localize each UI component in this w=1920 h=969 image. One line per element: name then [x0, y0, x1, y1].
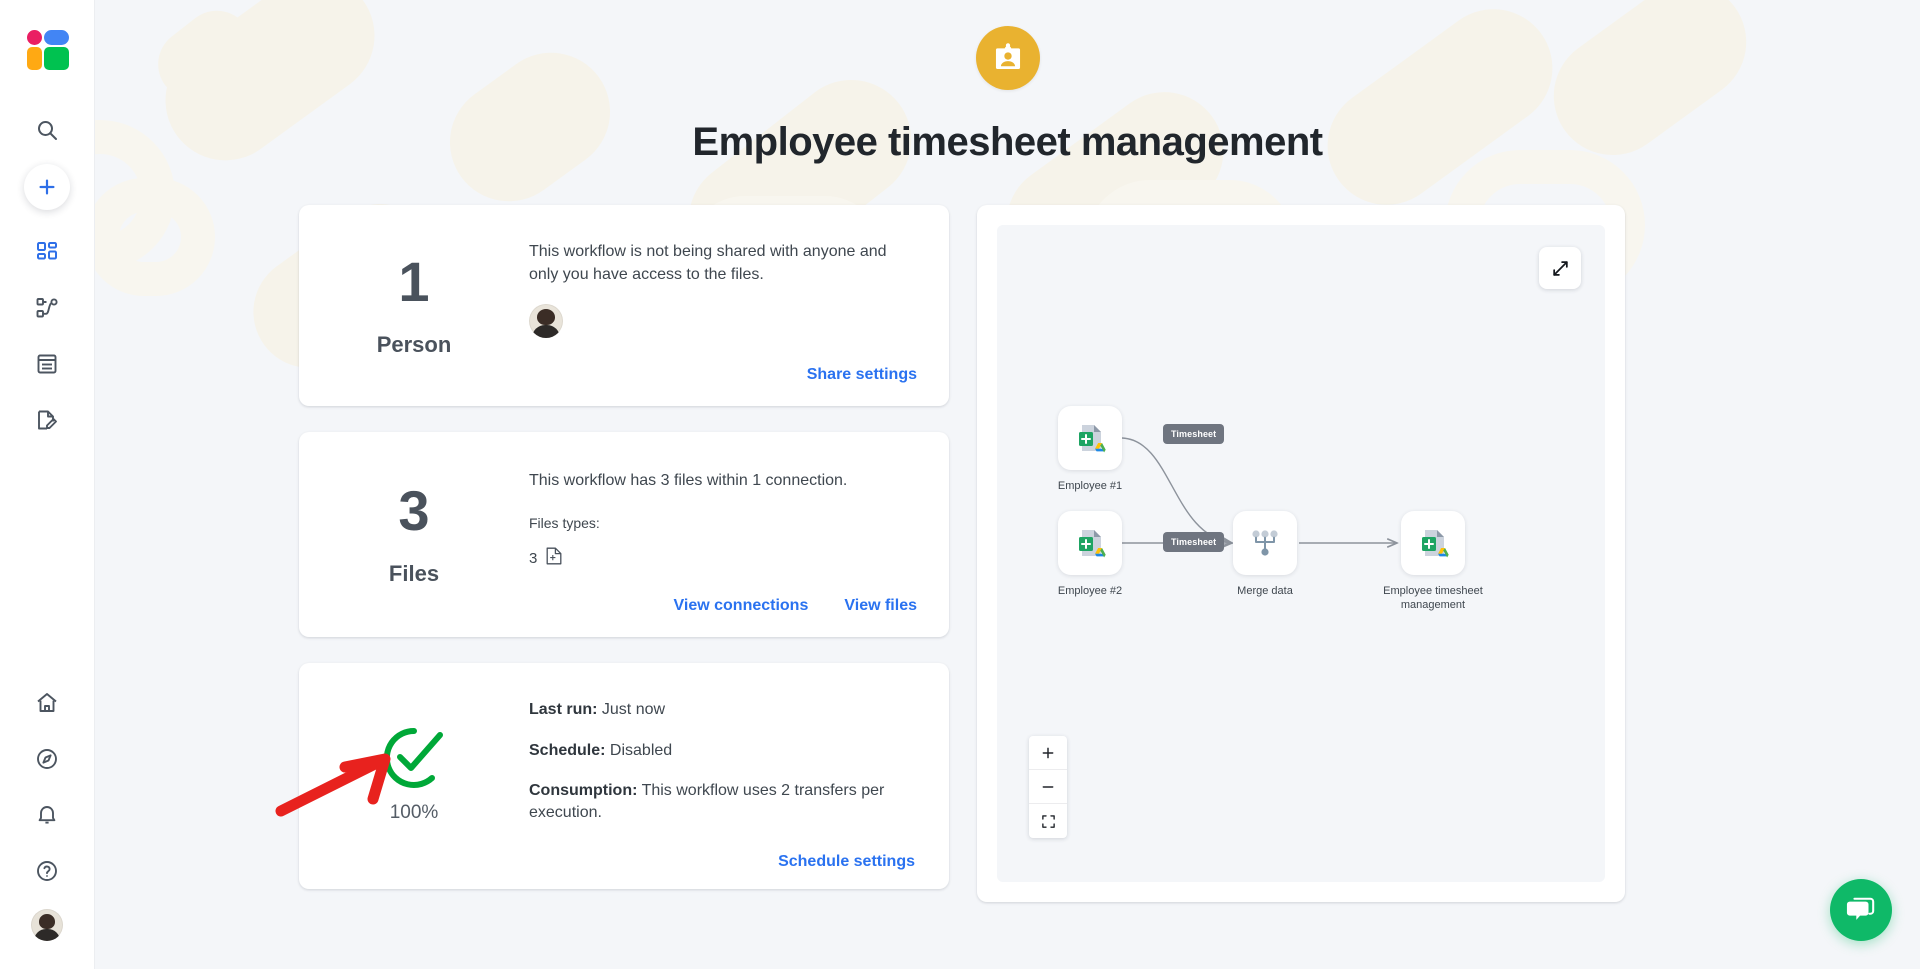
diagram-node-label: Employee #2 [1057, 585, 1123, 597]
file-icon [546, 547, 562, 569]
owner-avatar [529, 304, 563, 339]
logo-bar-blue [44, 30, 69, 45]
diagram-column: Employee #1 Employee #2 Merge data Emplo… [977, 205, 1625, 902]
home-icon[interactable] [23, 679, 71, 727]
merge-nodes-icon[interactable] [1233, 511, 1297, 575]
success-percent: 100% [389, 802, 439, 824]
diagram-canvas[interactable]: Employee #1 Employee #2 Merge data Emplo… [997, 225, 1605, 882]
person-card-body: This workflow is not being shared with a… [529, 205, 949, 406]
logs-icon[interactable] [23, 340, 71, 388]
schedule-row: Schedule: Disabled [529, 740, 915, 762]
files-card: 3 Files This workflow has 3 files within… [299, 432, 949, 638]
user-avatar[interactable] [31, 909, 63, 941]
files-description: This workflow has 3 files within 1 conne… [529, 472, 848, 490]
person-card: 1 Person This workflow is not being shar… [299, 205, 949, 407]
schedule-settings-link[interactable]: Schedule settings [778, 853, 915, 871]
diagram-node-employee-2[interactable]: Employee #2 [1058, 511, 1122, 598]
page-title: Employee timesheet management [692, 120, 1323, 164]
person-description: This workflow is not being shared with a… [529, 243, 887, 283]
workflow-diagram-card: Employee #1 Employee #2 Merge data Emplo… [977, 205, 1625, 902]
schedule-label: Schedule: [529, 741, 606, 759]
diagram-node-employee-1[interactable]: Employee #1 [1058, 406, 1122, 493]
notifications-icon[interactable] [23, 791, 71, 839]
status-card-actions: Schedule settings [529, 853, 915, 871]
zoom-controls [1029, 736, 1067, 838]
edge-label-timesheet-2: Timesheet [1163, 532, 1225, 552]
fit-screen-icon[interactable] [1029, 804, 1067, 838]
diagram-node-output[interactable]: Employee timesheet management [1383, 511, 1483, 612]
status-block: 100% [275, 663, 529, 889]
chat-bubbles-icon[interactable] [1830, 879, 1892, 941]
consumption-label: Consumption: [529, 781, 638, 799]
app-root: Employee timesheet management 1 Person T… [0, 0, 1920, 969]
logo-dot-red [27, 30, 42, 45]
google-sheets-drive-icon[interactable] [1058, 511, 1122, 575]
google-sheets-drive-icon[interactable] [1058, 406, 1122, 470]
content-grid: 1 Person This workflow is not being shar… [95, 165, 1920, 902]
status-card: 100% Last run: Just now Schedule: Disabl… [275, 663, 949, 889]
files-card-body: This workflow has 3 files within 1 conne… [529, 432, 949, 637]
diagram-node-label: Employee #1 [1057, 480, 1123, 492]
diagram-node-merge[interactable]: Merge data [1233, 511, 1297, 598]
sidebar [0, 0, 95, 969]
schedule-value: Disabled [609, 741, 673, 759]
files-card-actions: View connections View files [529, 597, 918, 615]
status-details: Last run: Just now Schedule: Disabled Co… [529, 663, 949, 889]
files-type-row: 3 [529, 547, 917, 569]
logo-bar-green [44, 47, 69, 70]
workflows-icon[interactable] [23, 284, 71, 332]
person-count: 1 [398, 249, 430, 313]
share-settings-link[interactable]: Share settings [807, 366, 917, 384]
google-sheets-drive-icon[interactable] [1401, 511, 1465, 575]
last-run-row: Last run: Just now [529, 699, 915, 721]
files-types-label: Files types: [529, 515, 600, 532]
person-count-block: 1 Person [299, 205, 529, 406]
id-badge-icon [975, 26, 1040, 90]
diagram-node-label: Employee timesheet management [1383, 585, 1483, 612]
files-count: 3 [398, 478, 430, 542]
zoom-in-button[interactable] [1029, 736, 1067, 770]
logo-bar-yellow [27, 47, 42, 70]
consumption-row: Consumption: This workflow uses 2 transf… [529, 780, 915, 825]
app-logo[interactable] [27, 30, 69, 70]
page: Employee timesheet management 1 Person T… [95, 0, 1920, 902]
dashboard-icon[interactable] [23, 228, 71, 276]
summary-cards-column: 1 Person This workflow is not being shar… [275, 205, 949, 902]
view-connections-link[interactable]: View connections [674, 597, 809, 615]
diagram-node-label: Merge data [1237, 585, 1293, 597]
create-button[interactable] [24, 164, 70, 210]
zoom-out-button[interactable] [1029, 770, 1067, 804]
help-icon[interactable] [23, 847, 71, 895]
main-content: Employee timesheet management 1 Person T… [95, 0, 1920, 969]
templates-icon[interactable] [23, 396, 71, 444]
view-files-link[interactable]: View files [844, 597, 917, 615]
search-icon[interactable] [23, 106, 71, 154]
last-run-value: Just now [601, 701, 666, 719]
last-run-label: Last run: [529, 701, 598, 719]
explore-icon[interactable] [23, 735, 71, 783]
edge-label-timesheet-1: Timesheet [1163, 424, 1225, 444]
person-count-label: Person [376, 331, 452, 357]
success-check-icon [383, 727, 445, 794]
person-card-actions: Share settings [529, 366, 917, 384]
hero-section: Employee timesheet management [95, 0, 1920, 165]
files-count-label: Files [388, 560, 440, 586]
files-count-block: 3 Files [299, 432, 529, 637]
files-type-count: 3 [529, 549, 538, 567]
